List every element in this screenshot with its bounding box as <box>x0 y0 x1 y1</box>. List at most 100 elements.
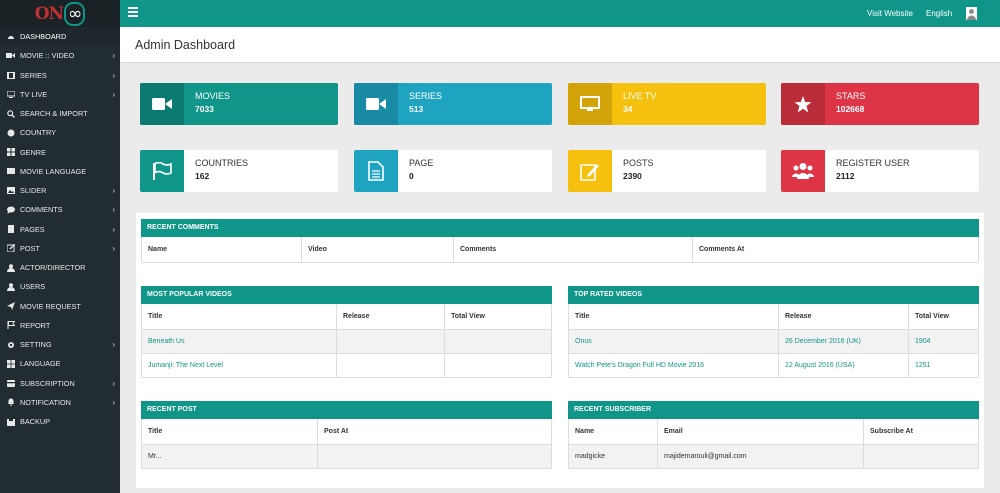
recent-subscriber-table: Name Email Subscribe At madgicke majidem… <box>568 419 979 469</box>
sidebar-item-label: SEARCH & IMPORT <box>20 109 88 119</box>
card-title: RECENT POST <box>141 401 552 419</box>
sidebar-item-label: COUNTRY <box>20 128 56 138</box>
menu-toggle-icon[interactable] <box>128 7 138 17</box>
search-icon <box>6 109 15 118</box>
sidebar-item-language[interactable]: LANGUAGE <box>0 354 120 373</box>
sidebar-item-notification[interactable]: NOTIFICATION › <box>0 393 120 412</box>
stat-value: 102668 <box>836 104 865 114</box>
stat-page[interactable]: PAGE 0 <box>354 150 552 192</box>
video-title-link[interactable]: Onus <box>568 329 779 354</box>
stat-posts[interactable]: POSTS 2390 <box>568 150 766 192</box>
user-icon <box>6 263 15 272</box>
users-group-icon <box>781 150 825 192</box>
video-icon <box>6 51 15 60</box>
edit-icon <box>6 244 15 253</box>
sidebar-item-setting[interactable]: SETTING › <box>0 335 120 354</box>
post-at-cell <box>317 444 552 469</box>
table-header-row: Title Release Total View <box>141 304 552 330</box>
column-header: Comments At <box>692 237 979 263</box>
chevron-right-icon: › <box>112 205 115 215</box>
stat-movies[interactable]: MOVIES 7033 <box>140 83 338 125</box>
column-header: Subscribe At <box>863 419 979 445</box>
sidebar-item-label: SUBSCRIPTION <box>20 378 75 388</box>
column-header: Release <box>336 304 445 330</box>
column-header: Comments <box>453 237 693 263</box>
release-cell: 12 August 2016 (USA) <box>778 353 909 378</box>
page-title: Admin Dashboard <box>135 38 236 52</box>
sidebar-item-post[interactable]: POST › <box>0 239 120 258</box>
sidebar-item-movie-request[interactable]: MOVIE REQUEST <box>0 297 120 316</box>
language-dropdown[interactable]: English <box>926 9 952 18</box>
stat-value: 513 <box>409 104 424 114</box>
sidebar-item-label: POST <box>20 243 40 253</box>
sidebar-item-genre[interactable]: GENRE <box>0 143 120 162</box>
sidebar-item-tv-live[interactable]: TV LIVE › <box>0 85 120 104</box>
stat-series[interactable]: SERIES 513 <box>354 83 552 125</box>
table-header-row: Title Release Total View <box>568 304 979 330</box>
language-icon <box>6 167 15 176</box>
release-cell <box>336 329 445 354</box>
sidebar-item-users[interactable]: USERS <box>0 277 120 296</box>
bell-icon <box>6 398 15 407</box>
stat-stars[interactable]: STARS 102668 <box>781 83 979 125</box>
grid-icon <box>6 148 15 157</box>
post-title-cell[interactable]: Mr... <box>141 444 318 469</box>
table-row: Mr... <box>141 444 552 469</box>
column-header: Title <box>141 419 318 445</box>
sidebar-item-country[interactable]: COUNTRY <box>0 123 120 142</box>
column-header: Title <box>141 304 337 330</box>
logo[interactable]: ON ∞ <box>0 0 120 27</box>
sidebar-item-actor-director[interactable]: ACTOR/DIRECTOR <box>0 258 120 277</box>
sidebar-item-search-import[interactable]: SEARCH & IMPORT <box>0 104 120 123</box>
chevron-right-icon: › <box>112 224 115 234</box>
sidebar-item-movie-video[interactable]: MOVIE :: VIDEO › <box>0 46 120 65</box>
sidebar-item-movie-language[interactable]: MOVIE LANGUAGE <box>0 162 120 181</box>
sidebar-item-label: PAGES <box>20 224 45 234</box>
stat-live-tv[interactable]: LIVE TV 34 <box>568 83 766 125</box>
card-icon <box>6 379 15 388</box>
video-title-link[interactable]: Beneath Us <box>141 329 337 354</box>
flag-icon <box>6 321 15 330</box>
chevron-right-icon: › <box>112 51 115 61</box>
video-title-link[interactable]: Jumanji: The Next Level <box>141 353 337 378</box>
subscribe-at-cell <box>863 444 979 469</box>
sidebar-menu: DASHBOARD MOVIE :: VIDEO › SERIES › TV LIV… <box>0 27 120 431</box>
sidebar-item-report[interactable]: REPORT <box>0 316 120 335</box>
sidebar-item-label: TV LIVE <box>20 89 48 99</box>
stat-label: SERIES <box>409 91 443 101</box>
card-title: TOP RATED VIDEOS <box>568 286 979 304</box>
total-view-cell <box>444 329 552 354</box>
top-rated-table: Title Release Total View Onus 26 Decembe… <box>568 304 979 378</box>
top-rated-card: TOP RATED VIDEOS Title Release Total Vie… <box>568 286 979 378</box>
column-header: Video <box>301 237 454 263</box>
sidebar-item-pages[interactable]: PAGES › <box>0 220 120 239</box>
visit-website-link[interactable]: Visit Website <box>867 9 913 18</box>
card-title: RECENT SUBSCRIBER <box>568 401 979 419</box>
sidebar-item-label: SLIDER <box>20 186 47 196</box>
sidebar-item-label: MOVIE LANGUAGE <box>20 166 87 176</box>
user-avatar-icon[interactable] <box>966 7 977 20</box>
table-icon <box>6 359 15 368</box>
stat-register-user[interactable]: REGISTER USER 2112 <box>781 150 979 192</box>
sidebar-item-comments[interactable]: COMMENTS › <box>0 200 120 219</box>
sidebar-item-label: MOVIE REQUEST <box>20 301 81 311</box>
sidebar-item-dashboard[interactable]: DASHBOARD <box>0 27 120 47</box>
table-row: Beneath Us <box>141 329 552 354</box>
stat-label: REGISTER USER <box>836 158 910 168</box>
table-row: madgicke majidemarouli@gmail.com <box>568 444 979 469</box>
video-title-link[interactable]: Watch Pete's Dragon Full HD Movie 2016 <box>568 353 779 378</box>
edit-icon <box>568 150 612 192</box>
stat-countries[interactable]: COUNTRIES 162 <box>140 150 338 192</box>
users-icon <box>6 282 15 291</box>
sidebar-item-label: GENRE <box>20 147 46 157</box>
total-view-cell: 1904 <box>908 329 979 354</box>
release-cell: 26 December 2016 (UK) <box>778 329 909 354</box>
sidebar-item-backup[interactable]: BACKUP <box>0 412 120 431</box>
recent-subscriber-card: RECENT SUBSCRIBER Name Email Subscribe A… <box>568 401 979 469</box>
sidebar-item-slider[interactable]: SLIDER › <box>0 181 120 200</box>
card-title: MOST POPULAR VIDEOS <box>141 286 552 304</box>
sidebar-item-subscription[interactable]: SUBSCRIPTION › <box>0 374 120 393</box>
sidebar: ON ∞ DASHBOARD MOVIE :: VIDEO › SERIES › TV… <box>0 0 120 493</box>
sidebar-item-series[interactable]: SERIES › <box>0 66 120 85</box>
sidebar-item-label: USERS <box>20 282 46 292</box>
